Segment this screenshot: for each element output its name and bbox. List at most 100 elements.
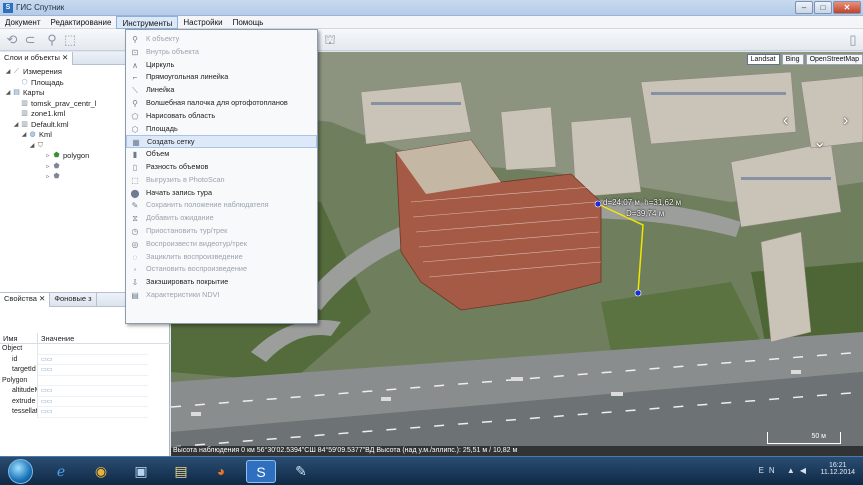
tools-menu-item[interactable]: ⇩ Закэшировать покрытие — [126, 276, 317, 289]
cache-icon: ⇩ — [131, 278, 139, 288]
property-key: id — [0, 354, 38, 365]
menu-edit[interactable]: Редактирование — [46, 16, 117, 29]
tools-menu-item[interactable]: ⧖ Добавить ожидание — [126, 212, 317, 225]
magic-wand-icon: ⚲ — [132, 98, 138, 108]
property-value[interactable] — [38, 344, 148, 355]
tools-menu-item[interactable]: ⚲ Волшебная палочка для ортофотопланов — [126, 97, 317, 110]
tools-menu-item[interactable]: ◌ Зациклить воспроизведение — [126, 251, 317, 264]
kml-icon: ▥ — [21, 120, 28, 128]
close-button[interactable]: ✕ — [833, 1, 861, 14]
volume-icon[interactable]: ◀ — [800, 466, 811, 475]
maximize-button[interactable]: □ — [814, 1, 832, 14]
undo-icon[interactable]: ⟲ — [4, 32, 20, 48]
property-value[interactable]: ▭▭ — [38, 355, 148, 365]
tools-menu-item-label: Остановить воспроизведение — [146, 264, 248, 274]
building-icon[interactable]: ⛫ — [322, 32, 338, 48]
tools-menu-item-label: Нарисовать область — [146, 110, 216, 120]
property-row[interactable]: Object — [0, 344, 170, 355]
taskbar: ℯ ◉ ▣ ▤ ◕ S ✎ EN ▲◀ 16:21 11.12.2014 — [0, 456, 863, 485]
chevron-right-icon[interactable]: ▹ — [44, 151, 52, 161]
property-row[interactable]: targetId ▭▭ — [0, 365, 170, 376]
basemap-bing[interactable]: Bing — [781, 54, 804, 65]
property-value[interactable]: ▭▭ — [38, 407, 148, 418]
stop-icon: ◦ — [133, 265, 137, 275]
chevron-down-icon[interactable]: ◢ — [4, 88, 12, 98]
tab-layers[interactable]: Слои и объекты ✕ — [0, 51, 74, 65]
property-value[interactable]: ▭▭ — [38, 386, 148, 397]
menu-help[interactable]: Помощь — [228, 16, 269, 29]
property-value[interactable] — [38, 376, 148, 386]
tools-menu-item[interactable]: ⬤ Начать запись тура — [126, 187, 317, 200]
tools-menu-item-label: Площадь — [146, 123, 178, 133]
tree-label: Площадь — [31, 77, 64, 87]
lang-indicator[interactable]: EN — [759, 466, 780, 475]
property-row[interactable]: id ▭▭ — [0, 354, 170, 365]
nav-down-icon[interactable]: ⌄ — [813, 132, 826, 152]
select-icon[interactable]: ⬚ — [62, 32, 78, 48]
clock[interactable]: 16:21 11.12.2014 — [820, 462, 855, 476]
property-value[interactable]: ▭▭ — [38, 365, 148, 376]
tools-menu-item[interactable]: ◷ Приостановить тур/трек — [126, 225, 317, 238]
property-value[interactable]: ▭▭ — [38, 397, 148, 407]
tools-menu-item-label: Линейка — [146, 85, 175, 95]
tools-menu-item[interactable]: ▮ Объем — [126, 148, 317, 161]
explorer-icon[interactable]: ℯ — [46, 460, 76, 483]
property-row[interactable]: tessellate▭▭ — [0, 407, 170, 418]
nav-right-icon[interactable]: › — [843, 112, 848, 130]
nav-left-icon[interactable]: ‹ — [783, 112, 788, 130]
property-row[interactable]: extrude ▭▭ — [0, 396, 170, 407]
menu-settings[interactable]: Настройки — [178, 16, 227, 29]
tools-menu-item[interactable]: ▤ Характеристики NDVI — [126, 289, 317, 302]
tools-menu-item-label: Волшебная палочка для ортофотопланов — [146, 97, 288, 107]
menu-tools[interactable]: Инструменты — [116, 16, 179, 29]
tools-menu-item[interactable]: ⬚ Выгрузить в PhotoScan — [126, 174, 317, 187]
basemap-landsat[interactable]: Landsat — [746, 54, 780, 65]
network-icon[interactable]: ▲ — [787, 466, 800, 475]
tools-menu-item[interactable]: ⬡ Площадь — [126, 123, 317, 136]
tab-background[interactable]: Фоновые з — [50, 293, 97, 307]
property-key: targetId — [0, 365, 38, 376]
property-row[interactable]: altitudeM ▭▭ — [0, 386, 170, 397]
tools-menu-item[interactable]: ⚲ К объекту — [126, 33, 317, 46]
redo-icon[interactable]: ⊂ — [22, 32, 38, 48]
menu-document[interactable]: Документ — [0, 16, 46, 29]
folder-icon[interactable]: ▤ — [166, 460, 196, 483]
tools-menu-item[interactable]: ▦ Создать сетку — [126, 135, 317, 149]
tools-menu-item-label: Воспроизвести видеотур/трек — [146, 238, 247, 248]
chevron-down-icon[interactable]: ◢ — [20, 130, 28, 140]
chevron-down-icon[interactable]: ◢ — [28, 141, 36, 151]
start-button[interactable] — [8, 459, 33, 484]
tools-menu-item[interactable]: ✎ Сохранить положение наблюдателя — [126, 199, 317, 212]
tools-menu-item[interactable]: ◎ Воспроизвести видеотур/трек — [126, 238, 317, 251]
basemap-osm[interactable]: OpenStreetMap — [805, 54, 863, 65]
folder-icon: ⛉ — [37, 141, 44, 149]
tab-properties[interactable]: Свойства ✕ — [0, 293, 51, 307]
property-key: tessellate — [0, 407, 38, 418]
chevron-right-icon[interactable]: ▹ — [44, 162, 52, 172]
tools-menu-item[interactable]: ⌐ Прямоугольная линейка — [126, 71, 317, 84]
chrome-icon[interactable]: ◉ — [86, 460, 116, 483]
sputnik-icon[interactable]: S — [246, 460, 276, 483]
tools-menu: ⚲ К объекту ⊡ Внутрь объекта ∧ Циркуль ⌐ Прямоу… — [125, 29, 318, 324]
media-icon[interactable]: ▣ — [126, 460, 156, 483]
chevron-down-icon[interactable]: ◢ — [12, 120, 20, 130]
tools-menu-item[interactable]: ∧ Циркуль — [126, 59, 317, 72]
minimize-button[interactable]: – — [795, 1, 813, 14]
property-key: Polygon — [0, 375, 38, 386]
tools-menu-item[interactable]: ⟍ Линейка — [126, 84, 317, 97]
panel-icon[interactable]: ▯ — [845, 32, 861, 48]
property-key: extrude — [0, 396, 38, 407]
loop-icon: ◌ — [132, 252, 138, 262]
tools-menu-item[interactable]: ⊡ Внутрь объекта — [126, 46, 317, 59]
tools-menu-item[interactable]: ◦ Остановить воспроизведение — [126, 263, 317, 276]
firefox-icon[interactable]: ◕ — [206, 460, 236, 483]
tree-label: Kml — [39, 130, 52, 140]
measure-label-distance: d=24,07 м, h=31,62 м — [603, 198, 682, 207]
chevron-right-icon[interactable]: ▹ — [44, 172, 52, 182]
zoom-icon[interactable]: ⚲ — [44, 32, 60, 48]
chevron-down-icon[interactable]: ◢ — [4, 67, 12, 77]
property-row[interactable]: Polygon — [0, 375, 170, 386]
tools-menu-item[interactable]: ⬠ Нарисовать область — [126, 110, 317, 123]
tools-menu-item[interactable]: ▯ Разность объемов — [126, 161, 317, 174]
paint-icon[interactable]: ✎ — [286, 460, 316, 483]
